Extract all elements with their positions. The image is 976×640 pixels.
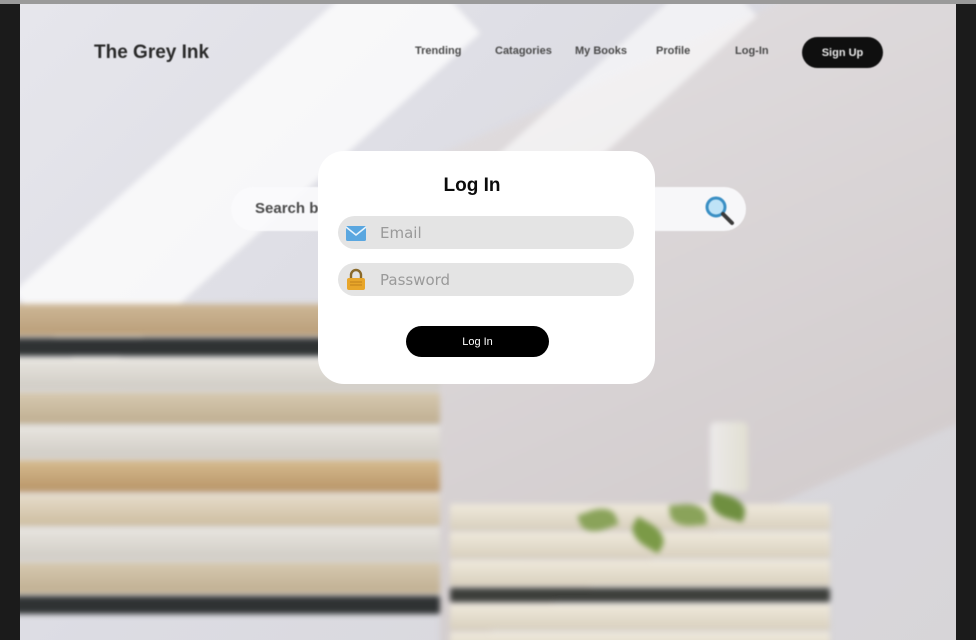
login-modal: Log In Log In xyxy=(318,151,655,384)
top-navigation: The Grey Ink Trending Catagories My Book… xyxy=(20,4,956,104)
envelope-icon xyxy=(345,226,367,241)
password-input[interactable] xyxy=(380,263,620,296)
brand-logo[interactable]: The Grey Ink xyxy=(94,42,209,64)
search-bar-text: Search b xyxy=(255,200,319,217)
nav-link-profile[interactable]: Profile xyxy=(656,45,690,57)
log-in-button[interactable]: Log In xyxy=(406,326,549,357)
nav-link-log-in[interactable]: Log-In xyxy=(735,45,769,57)
nav-link-categories[interactable]: Catagories xyxy=(495,45,552,57)
magnifier-icon[interactable] xyxy=(702,193,736,227)
modal-title: Log In xyxy=(443,175,501,196)
email-input[interactable] xyxy=(380,216,620,249)
padlock-icon xyxy=(347,268,365,290)
email-field[interactable] xyxy=(338,216,634,249)
nav-link-trending[interactable]: Trending xyxy=(415,45,461,57)
sign-up-button[interactable]: Sign Up xyxy=(802,37,883,68)
password-field[interactable] xyxy=(338,263,634,296)
nav-link-my-books[interactable]: My Books xyxy=(575,45,627,57)
